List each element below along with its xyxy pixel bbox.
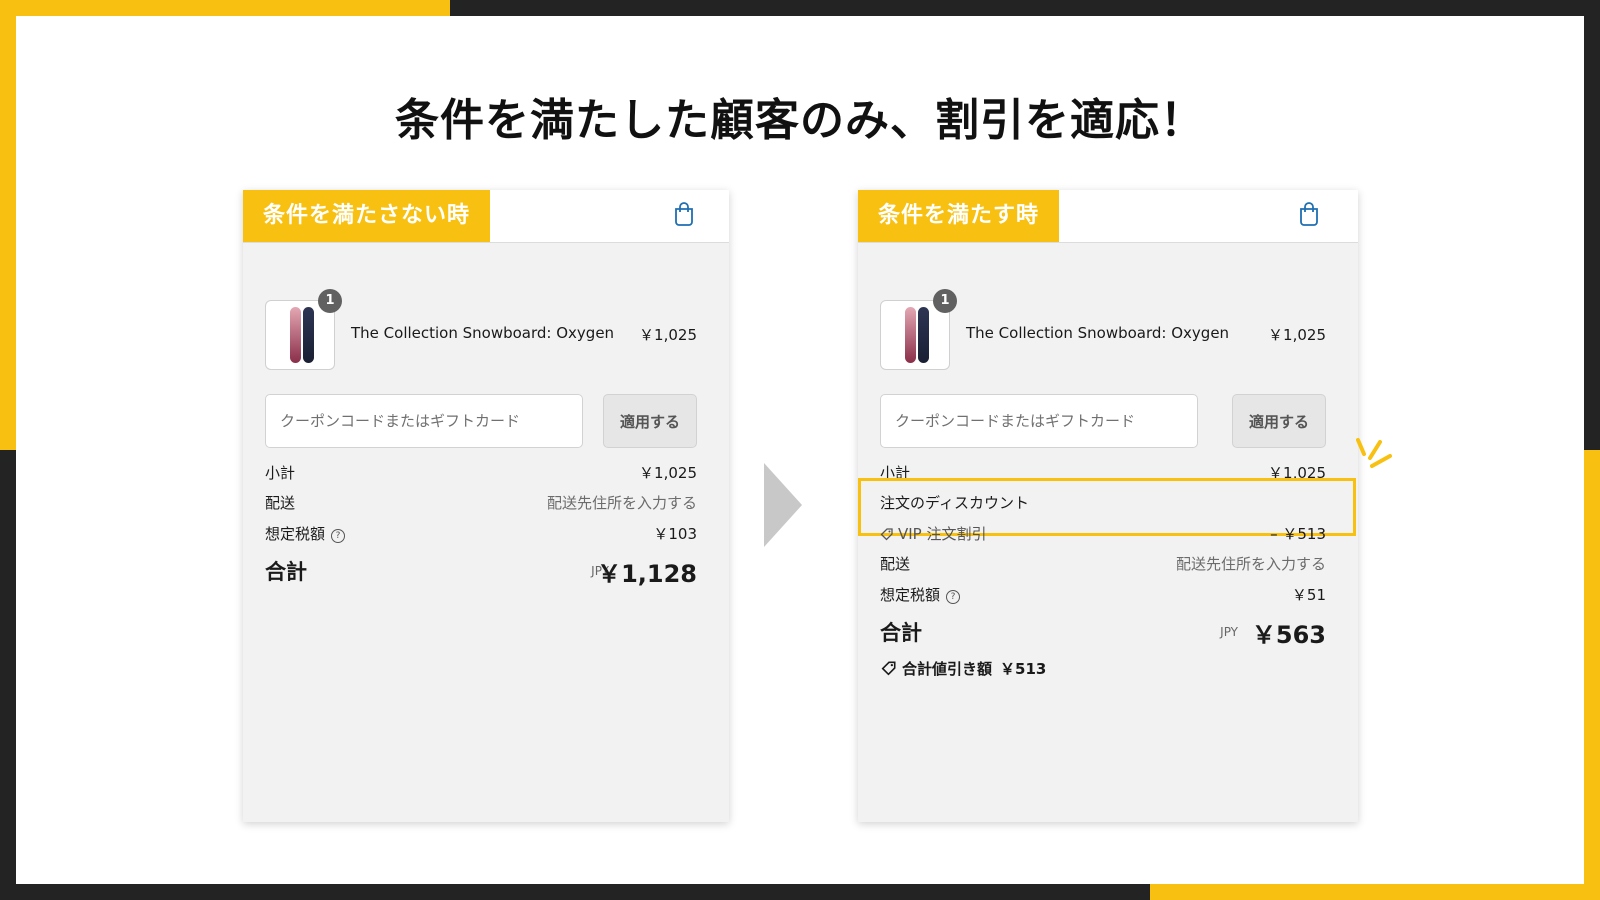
tax-value: ￥51 (1291, 586, 1326, 604)
shipping-label: 配送 (880, 555, 911, 573)
total-savings-row: 合計値引き額 ￥513 (880, 658, 1054, 679)
total-row: 合計 JPY ￥1,128 (265, 554, 697, 588)
tag-icon (881, 661, 896, 676)
discount-value: – ￥513 (1270, 525, 1326, 543)
coupon-row: 適用する (265, 394, 697, 448)
help-icon[interactable]: ? (331, 529, 346, 543)
total-row: 合計 JPY ￥563 (880, 615, 1326, 649)
subtotal-row: 小計 ￥1,025 (265, 462, 697, 484)
accent-bar-right (1584, 450, 1600, 900)
condition-tag: 条件を満たさない時 (243, 190, 491, 242)
total-value: ￥563 (1251, 621, 1326, 649)
sparkle-icon (1356, 438, 1392, 468)
product-name: The Collection Snowboard: Oxygen (966, 324, 1230, 342)
tax-label: 想定税額 (265, 525, 326, 543)
shipping-value: 配送先住所を入力する (546, 494, 697, 512)
apply-button[interactable]: 適用する (603, 394, 697, 448)
total-label: 合計 (265, 560, 307, 584)
shopping-bag-icon[interactable] (1298, 202, 1320, 226)
arrow-right-icon (764, 463, 802, 547)
quantity-badge: 1 (318, 289, 342, 313)
quantity-badge: 1 (933, 289, 957, 313)
product-price: ￥1,025 (639, 326, 697, 344)
coupon-input[interactable] (880, 394, 1198, 448)
coupon-input[interactable] (265, 394, 583, 448)
product-price: ￥1,025 (1268, 326, 1326, 344)
slide: 条件を満たした顧客のみ、割引を適応！ 条件を満たさない時 1 The Colle… (16, 16, 1584, 884)
checkout-panel-without-discount: 条件を満たさない時 1 The Collection Snowboard: Ox… (243, 190, 729, 822)
tax-row: 想定税額? ￥103 (265, 523, 697, 545)
discount-header-row: 注文のディスカウント (880, 492, 1326, 514)
tag-icon (880, 528, 893, 541)
help-icon[interactable]: ? (946, 590, 961, 604)
tax-label: 想定税額 (880, 586, 941, 604)
savings-label: 合計値引き額 (902, 660, 993, 678)
panel-header: 条件を満たさない時 (243, 190, 729, 243)
coupon-row: 適用する (880, 394, 1326, 448)
checkout-panel-with-discount: 条件を満たす時 1 The Collection Snowboard: Oxyg… (858, 190, 1358, 822)
total-label: 合計 (880, 621, 922, 645)
discount-line-row: VIP 注文割引 – ￥513 (880, 523, 1326, 545)
product-thumbnail: 1 (880, 289, 957, 370)
slide-title: 条件を満たした顧客のみ、割引を適応！ (395, 95, 1205, 146)
condition-tag: 条件を満たす時 (858, 190, 1060, 242)
panel-header: 条件を満たす時 (858, 190, 1358, 243)
shopping-bag-icon[interactable] (673, 202, 695, 226)
subtotal-label: 小計 (265, 464, 296, 482)
cart-line-item: 1 The Collection Snowboard: Oxygen ￥1,02… (880, 289, 1326, 370)
shipping-value: 配送先住所を入力する (1175, 555, 1326, 573)
shipping-row: 配送 配送先住所を入力する (265, 492, 697, 514)
apply-button[interactable]: 適用する (1232, 394, 1326, 448)
accent-bar-left (0, 0, 16, 450)
discount-label: 注文のディスカウント (880, 494, 1029, 512)
accent-bar-top (0, 0, 450, 16)
discount-name: VIP 注文割引 (898, 525, 987, 543)
currency-code: JPY (1220, 625, 1238, 639)
product-thumbnail: 1 (265, 289, 342, 370)
cart-line-item: 1 The Collection Snowboard: Oxygen ￥1,02… (265, 289, 697, 370)
subtotal-value: ￥1,025 (639, 464, 697, 482)
total-value: ￥1,128 (597, 560, 697, 588)
accent-bar-bottom (1150, 884, 1600, 900)
tax-value: ￥103 (653, 525, 697, 543)
shipping-label: 配送 (265, 494, 296, 512)
savings-value: ￥513 (1000, 660, 1047, 678)
product-name: The Collection Snowboard: Oxygen (351, 324, 615, 342)
tax-row: 想定税額? ￥51 (880, 584, 1326, 606)
shipping-row: 配送 配送先住所を入力する (880, 553, 1326, 575)
